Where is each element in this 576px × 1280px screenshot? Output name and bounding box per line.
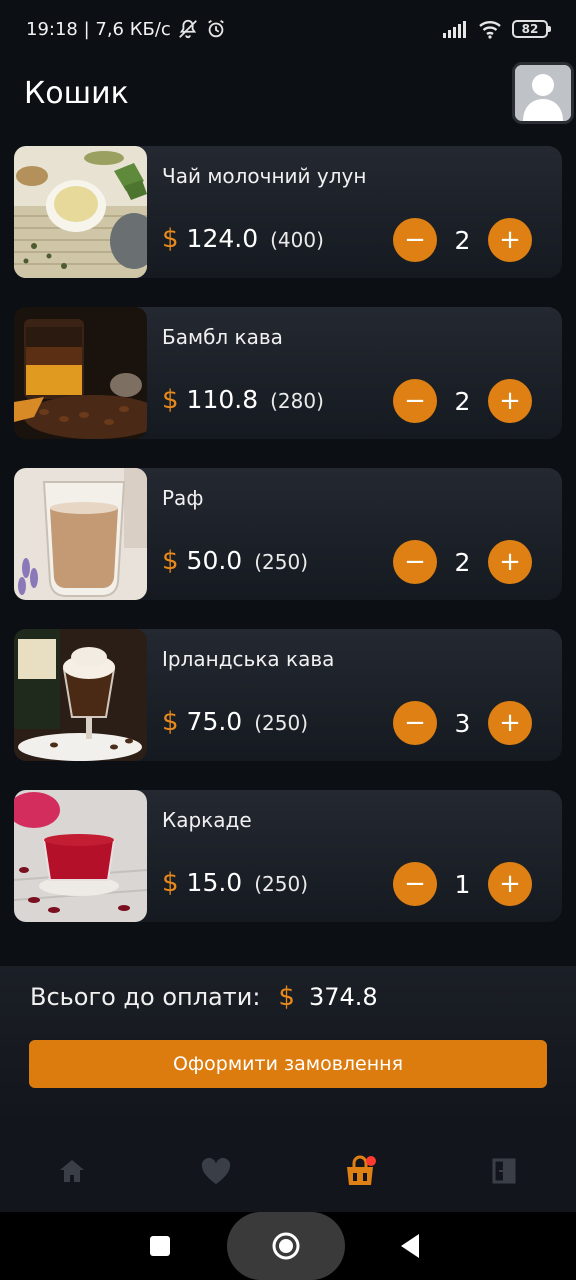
quantity-stepper: − 2 + bbox=[393, 540, 532, 584]
item-price: $ 75.0 (250) bbox=[162, 707, 308, 737]
item-volume: (250) bbox=[254, 872, 308, 896]
decrease-button[interactable]: − bbox=[393, 701, 437, 745]
currency-symbol: $ bbox=[162, 868, 179, 898]
item-photo-raf bbox=[14, 468, 147, 600]
quantity-value: 2 bbox=[454, 547, 471, 577]
item-photo-bumble-coffee bbox=[14, 307, 147, 439]
nav-favorites[interactable] bbox=[198, 1154, 234, 1188]
item-volume: (250) bbox=[254, 550, 308, 574]
recent-apps-button[interactable] bbox=[148, 1234, 172, 1258]
increase-button[interactable]: + bbox=[488, 862, 532, 906]
item-name: Раф bbox=[162, 486, 204, 510]
total-value: 374.8 bbox=[308, 983, 378, 1011]
user-icon bbox=[515, 65, 571, 121]
currency-symbol: $ bbox=[162, 707, 179, 737]
back-button[interactable] bbox=[398, 1232, 422, 1260]
item-photo-tea bbox=[14, 146, 147, 278]
quantity-stepper: − 2 + bbox=[393, 379, 532, 423]
item-body: Каркаде $ 15.0 (250) − 1 + bbox=[147, 790, 562, 922]
item-price: $ 50.0 (250) bbox=[162, 546, 308, 576]
item-name: Чай молочний улун bbox=[162, 164, 367, 188]
quantity-value: 2 bbox=[454, 386, 471, 416]
square-icon bbox=[150, 1236, 170, 1256]
item-body: Бамбл кава $ 110.8 (280) − 2 + bbox=[147, 307, 562, 439]
price-value: 50.0 bbox=[186, 546, 243, 575]
battery-icon: 82 bbox=[512, 20, 551, 38]
increase-button[interactable]: + bbox=[488, 379, 532, 423]
quantity-value: 2 bbox=[454, 225, 471, 255]
price-value: 75.0 bbox=[186, 707, 243, 736]
cart-list: Чай молочний улун $ 124.0 (400) − 2 + Ба… bbox=[14, 146, 562, 951]
item-price: $ 15.0 (250) bbox=[162, 868, 308, 898]
status-left: 19:18 | 7,6 КБ/с bbox=[26, 18, 227, 40]
order-summary: Всього до оплати: $ 374.8 Оформити замов… bbox=[0, 966, 576, 1130]
home-icon bbox=[60, 1160, 84, 1182]
logout-icon bbox=[492, 1158, 516, 1184]
price-value: 110.8 bbox=[186, 385, 259, 414]
bottom-nav bbox=[0, 1130, 576, 1212]
cart-item: Каркаде $ 15.0 (250) − 1 + bbox=[14, 790, 562, 922]
wifi-icon bbox=[479, 21, 501, 39]
quantity-stepper: − 3 + bbox=[393, 701, 532, 745]
avatar[interactable] bbox=[512, 62, 574, 124]
page-title: Кошик bbox=[24, 75, 129, 111]
back-triangle-icon bbox=[401, 1234, 419, 1258]
item-volume: (250) bbox=[254, 711, 308, 735]
signal-icon bbox=[443, 21, 466, 38]
price-value: 124.0 bbox=[186, 224, 259, 253]
nav-logout[interactable] bbox=[486, 1154, 522, 1188]
decrease-button[interactable]: − bbox=[393, 862, 437, 906]
increase-button[interactable]: + bbox=[488, 218, 532, 262]
home-circle-icon bbox=[272, 1232, 300, 1260]
currency-symbol: $ bbox=[162, 385, 179, 415]
item-name: Бамбл кава bbox=[162, 325, 283, 349]
currency-symbol: $ bbox=[162, 546, 179, 576]
quantity-stepper: − 1 + bbox=[393, 862, 532, 906]
item-name: Ірландська кава bbox=[162, 647, 335, 671]
status-right: 82 bbox=[442, 19, 551, 39]
cart-item: Раф $ 50.0 (250) − 2 + bbox=[14, 468, 562, 600]
total-currency: $ bbox=[278, 982, 295, 1012]
total-row: Всього до оплати: $ 374.8 bbox=[30, 982, 378, 1012]
item-photo-karkade bbox=[14, 790, 147, 922]
nav-home[interactable] bbox=[54, 1154, 90, 1188]
total-label: Всього до оплати: bbox=[30, 983, 261, 1011]
battery-level: 82 bbox=[521, 22, 539, 36]
notifications-off-icon bbox=[178, 19, 197, 39]
decrease-button[interactable]: − bbox=[393, 540, 437, 584]
decrease-button[interactable]: − bbox=[393, 218, 437, 262]
item-volume: (400) bbox=[270, 228, 324, 252]
item-body: Ірландська кава $ 75.0 (250) − 3 + bbox=[147, 629, 562, 761]
heart-icon bbox=[201, 1157, 231, 1184]
status-time-speed: 19:18 | 7,6 КБ/с bbox=[26, 18, 171, 40]
system-nav bbox=[0, 1212, 576, 1280]
cart-item: Ірландська кава $ 75.0 (250) − 3 + bbox=[14, 629, 562, 761]
status-bar: 19:18 | 7,6 КБ/с 82 bbox=[0, 0, 576, 58]
item-body: Раф $ 50.0 (250) − 2 + bbox=[147, 468, 562, 600]
decrease-button[interactable]: − bbox=[393, 379, 437, 423]
cart-icon bbox=[347, 1155, 376, 1185]
quantity-value: 1 bbox=[454, 869, 471, 899]
quantity-value: 3 bbox=[454, 708, 471, 738]
checkout-button[interactable]: Оформити замовлення bbox=[29, 1040, 547, 1088]
quantity-stepper: − 2 + bbox=[393, 218, 532, 262]
header: Кошик bbox=[0, 58, 576, 128]
nav-cart[interactable] bbox=[342, 1154, 378, 1188]
item-price: $ 124.0 (400) bbox=[162, 224, 324, 254]
item-name: Каркаде bbox=[162, 808, 252, 832]
increase-button[interactable]: + bbox=[488, 701, 532, 745]
cart-item: Чай молочний улун $ 124.0 (400) − 2 + bbox=[14, 146, 562, 278]
home-button[interactable] bbox=[227, 1212, 345, 1280]
increase-button[interactable]: + bbox=[488, 540, 532, 584]
cart-item: Бамбл кава $ 110.8 (280) − 2 + bbox=[14, 307, 562, 439]
item-volume: (280) bbox=[270, 389, 324, 413]
item-body: Чай молочний улун $ 124.0 (400) − 2 + bbox=[147, 146, 562, 278]
item-photo-irish-coffee bbox=[14, 629, 147, 761]
item-price: $ 110.8 (280) bbox=[162, 385, 324, 415]
currency-symbol: $ bbox=[162, 224, 179, 254]
alarm-icon bbox=[207, 19, 224, 38]
price-value: 15.0 bbox=[186, 868, 243, 897]
